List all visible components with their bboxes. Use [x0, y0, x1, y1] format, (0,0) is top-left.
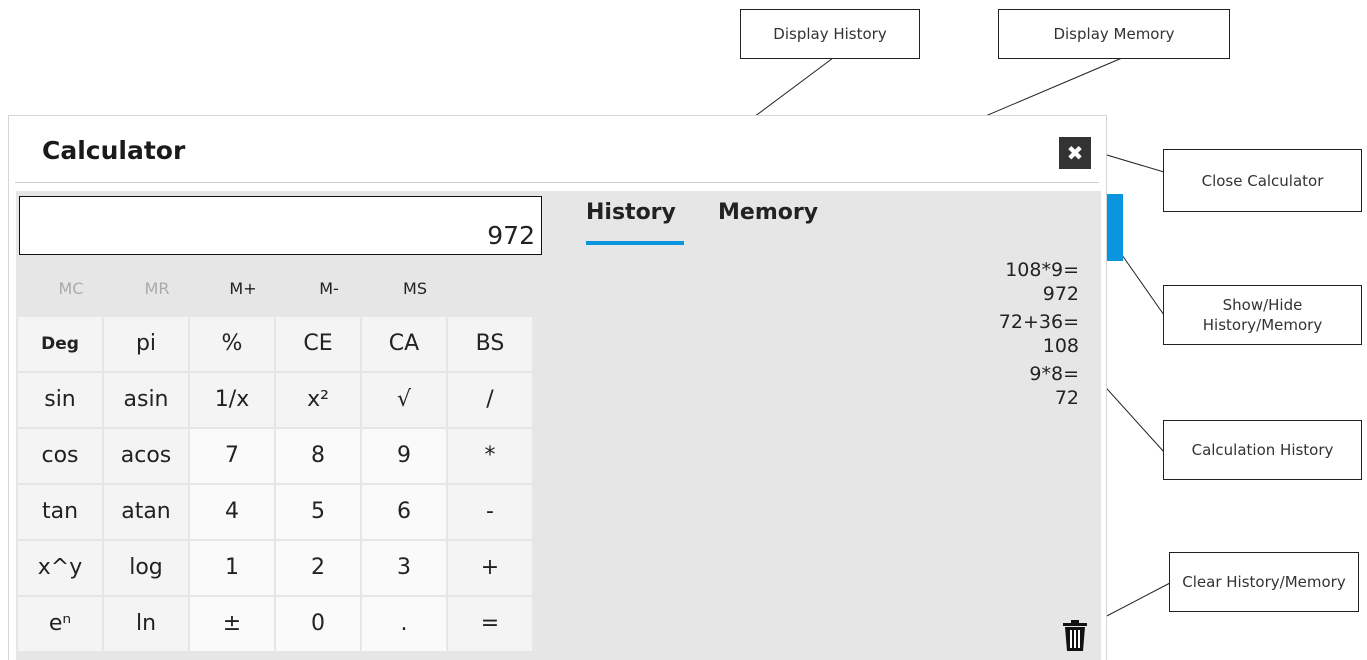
calculator-body: 972 MC MR M+ M- MS Deg pi % CE CA BS sin… — [16, 191, 1101, 660]
key-8[interactable]: 8 — [276, 429, 360, 483]
memory-buttons: MC MR M+ M- MS — [16, 271, 536, 307]
key-square[interactable]: x² — [276, 373, 360, 427]
key-multiply[interactable]: * — [448, 429, 532, 483]
key-log[interactable]: log — [104, 541, 188, 595]
key-power[interactable]: x^y — [18, 541, 102, 595]
calculation-history: 108*9= 972 72+36= 108 9*8= 72 — [999, 258, 1079, 414]
history-expr[interactable]: 108*9= — [999, 258, 1079, 282]
key-6[interactable]: 6 — [362, 485, 446, 539]
key-reciprocal[interactable]: 1/x — [190, 373, 274, 427]
key-exp[interactable]: eⁿ — [18, 597, 102, 651]
active-tab-indicator — [586, 241, 684, 245]
callout-calculation-history: Calculation History — [1163, 420, 1362, 480]
ms-button[interactable]: MS — [372, 271, 458, 307]
key-bs[interactable]: BS — [448, 317, 532, 371]
key-3[interactable]: 3 — [362, 541, 446, 595]
history-expr[interactable]: 9*8= — [999, 362, 1079, 386]
key-cos[interactable]: cos — [18, 429, 102, 483]
key-divide[interactable]: / — [448, 373, 532, 427]
callout-display-memory: Display Memory — [998, 9, 1230, 59]
calculator-display: 972 — [19, 196, 542, 255]
tab-history-label: History — [586, 200, 676, 225]
show-hide-history-toggle[interactable] — [1106, 194, 1123, 261]
key-tan[interactable]: tan — [18, 485, 102, 539]
history-expr[interactable]: 72+36= — [999, 310, 1079, 334]
callout-show-hide: Show/Hide History/Memory — [1163, 285, 1362, 345]
key-ce[interactable]: CE — [276, 317, 360, 371]
key-1[interactable]: 1 — [190, 541, 274, 595]
key-percent[interactable]: % — [190, 317, 274, 371]
calculator-window: Calculator ✖ 972 MC MR M+ M- MS Deg pi %… — [8, 115, 1107, 660]
key-sqrt[interactable]: √ — [362, 373, 446, 427]
mc-button[interactable]: MC — [28, 271, 114, 307]
key-pi[interactable]: pi — [104, 317, 188, 371]
key-acos[interactable]: acos — [104, 429, 188, 483]
key-9[interactable]: 9 — [362, 429, 446, 483]
history-result[interactable]: 72 — [999, 386, 1079, 410]
mr-button[interactable]: MR — [114, 271, 200, 307]
m-plus-button[interactable]: M+ — [200, 271, 286, 307]
key-0[interactable]: 0 — [276, 597, 360, 651]
key-deg[interactable]: Deg — [18, 317, 102, 371]
key-sin[interactable]: sin — [18, 373, 102, 427]
key-7[interactable]: 7 — [190, 429, 274, 483]
key-atan[interactable]: atan — [104, 485, 188, 539]
key-ca[interactable]: CA — [362, 317, 446, 371]
key-plus-minus[interactable]: ± — [190, 597, 274, 651]
history-result[interactable]: 108 — [999, 334, 1079, 358]
close-icon[interactable]: ✖ — [1059, 137, 1091, 169]
callout-close-calculator: Close Calculator — [1163, 149, 1362, 212]
key-equals[interactable]: = — [448, 597, 532, 651]
window-title: Calculator — [42, 136, 186, 165]
key-2[interactable]: 2 — [276, 541, 360, 595]
display-value: 972 — [487, 221, 535, 250]
m-minus-button[interactable]: M- — [286, 271, 372, 307]
callout-display-history: Display History — [740, 9, 920, 59]
tab-memory[interactable]: Memory — [718, 200, 818, 225]
key-4[interactable]: 4 — [190, 485, 274, 539]
tab-history[interactable]: History — [586, 200, 684, 245]
key-5[interactable]: 5 — [276, 485, 360, 539]
key-decimal[interactable]: . — [362, 597, 446, 651]
trash-icon[interactable] — [1062, 620, 1088, 656]
title-divider — [15, 182, 1099, 183]
key-plus[interactable]: + — [448, 541, 532, 595]
key-ln[interactable]: ln — [104, 597, 188, 651]
callout-clear: Clear History/Memory — [1169, 552, 1359, 612]
key-minus[interactable]: - — [448, 485, 532, 539]
history-result[interactable]: 972 — [999, 282, 1079, 306]
key-asin[interactable]: asin — [104, 373, 188, 427]
